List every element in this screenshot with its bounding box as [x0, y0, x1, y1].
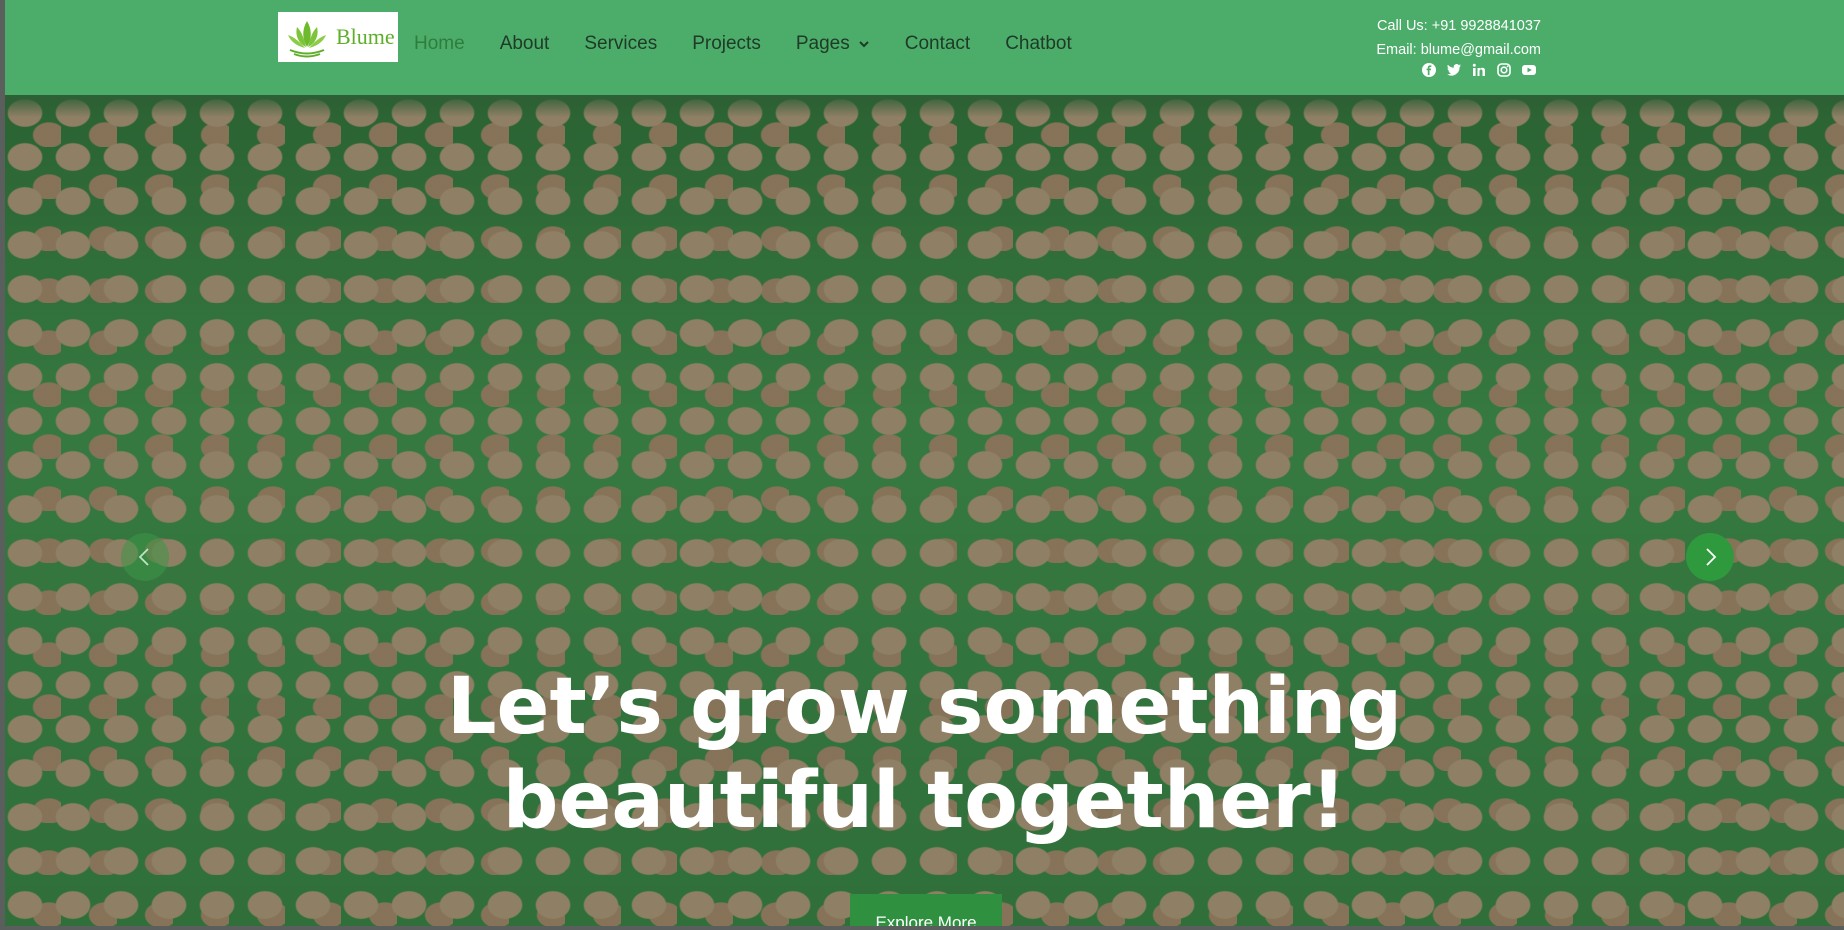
chevron-down-icon [859, 41, 869, 48]
nav-item-about[interactable]: About [500, 33, 550, 55]
phone-text: Call Us: +91 9928841037 [1376, 18, 1541, 34]
linkedin-icon[interactable] [1471, 62, 1487, 78]
hero-shadow [5, 95, 1844, 117]
nav-item-pages[interactable]: Pages [796, 33, 870, 55]
nav-item-pages-label: Pages [795, 33, 850, 54]
logo[interactable]: Blume [278, 12, 398, 62]
youtube-icon[interactable] [1521, 62, 1537, 78]
contact-info: Call Us: +91 9928841037 Email: blume@gma… [1376, 14, 1541, 62]
lotus-logo-icon [288, 21, 326, 58]
hero-headline: Let’s grow something beautiful together! [5, 660, 1844, 848]
explore-more-button[interactable]: Explore More [850, 894, 1002, 926]
header: Blume Home About Services Projects Pages… [5, 0, 1844, 95]
facebook-icon[interactable] [1421, 62, 1437, 78]
email-text: Email: blume@gmail.com [1376, 42, 1541, 58]
chevron-right-icon [1706, 548, 1717, 566]
nav-item-contact[interactable]: Contact [905, 33, 970, 55]
slider-prev-button[interactable] [121, 533, 169, 581]
hero-slider: Let’s grow something beautiful together!… [5, 95, 1844, 926]
main-nav: Home About Services Projects Pages Conta… [414, 33, 1107, 55]
nav-item-chatbot[interactable]: Chatbot [1005, 33, 1072, 55]
nav-item-services[interactable]: Services [584, 33, 657, 55]
nav-item-projects[interactable]: Projects [692, 33, 761, 55]
hero-headline-line-1: Let’s grow something [446, 662, 1403, 752]
hero-headline-line-2: beautiful together! [502, 756, 1347, 846]
social-links [1421, 62, 1537, 78]
instagram-icon[interactable] [1496, 62, 1512, 78]
chevron-left-icon [138, 548, 149, 566]
slider-next-button[interactable] [1686, 533, 1734, 581]
twitter-icon[interactable] [1446, 62, 1462, 78]
nav-item-home[interactable]: Home [414, 33, 465, 55]
page: Blume Home About Services Projects Pages… [5, 0, 1844, 926]
brand-name: Blume [336, 24, 395, 49]
